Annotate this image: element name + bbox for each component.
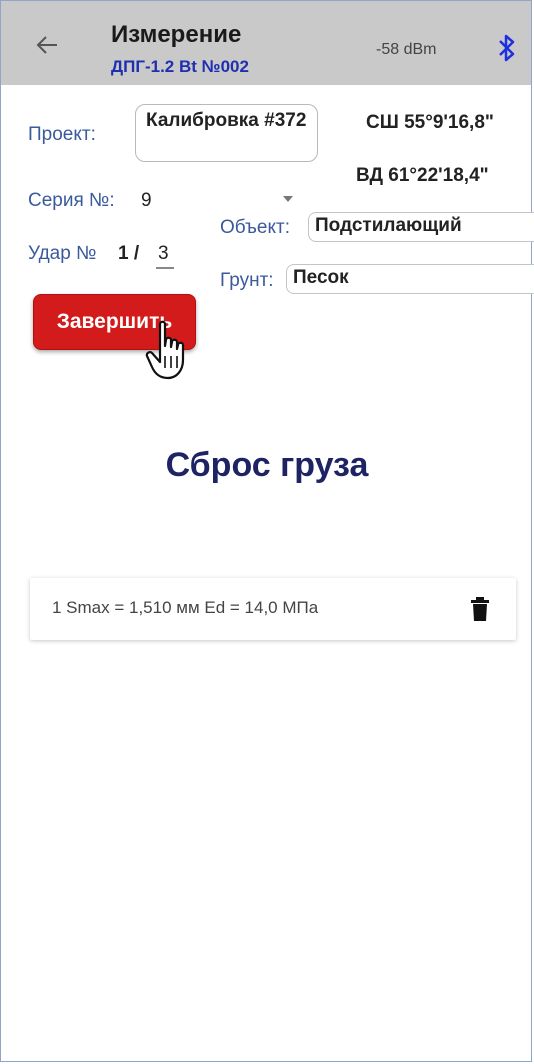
back-button[interactable] [29,27,65,63]
device-name: ДПГ-1.2 Bt №002 [111,57,249,76]
strike-current: 1 / [118,243,140,264]
object-label: Объект: [220,217,290,238]
drop-weight-heading: Сброс груза [165,446,369,484]
series-value[interactable]: 9 [141,190,152,212]
series-dropdown-icon[interactable] [283,196,293,202]
project-label: Проект: [28,124,96,145]
longitude-value: ВД 61°22'18,4" [356,165,489,186]
app-bar: Измерение ДПГ-1.2 Bt №002 -58 dBm [1,1,531,85]
object-select[interactable]: Подстилающий [308,212,534,242]
result-text: 1 Smax = 1,510 мм Ed = 14,0 МПа [52,598,319,617]
strike-total-underline [156,267,174,269]
hand-pointer-icon [145,320,185,380]
arrow-left-icon [36,36,57,54]
series-label: Серия №: [28,190,115,211]
project-field[interactable]: Калибровка #372 [135,104,318,162]
latitude-value: СШ 55°9'16,8" [366,112,494,133]
strike-label: Удар № [28,243,97,264]
trash-icon[interactable] [470,596,490,622]
signal-strength: -58 dBm [376,41,437,58]
soil-select[interactable]: Песок [286,264,534,294]
soil-label: Грунт: [220,270,274,291]
result-list-item: 1 Smax = 1,510 мм Ed = 14,0 МПа [30,578,516,640]
strike-total[interactable]: 3 [158,243,169,265]
bluetooth-icon[interactable] [495,33,519,63]
page-title: Измерение [111,21,242,48]
